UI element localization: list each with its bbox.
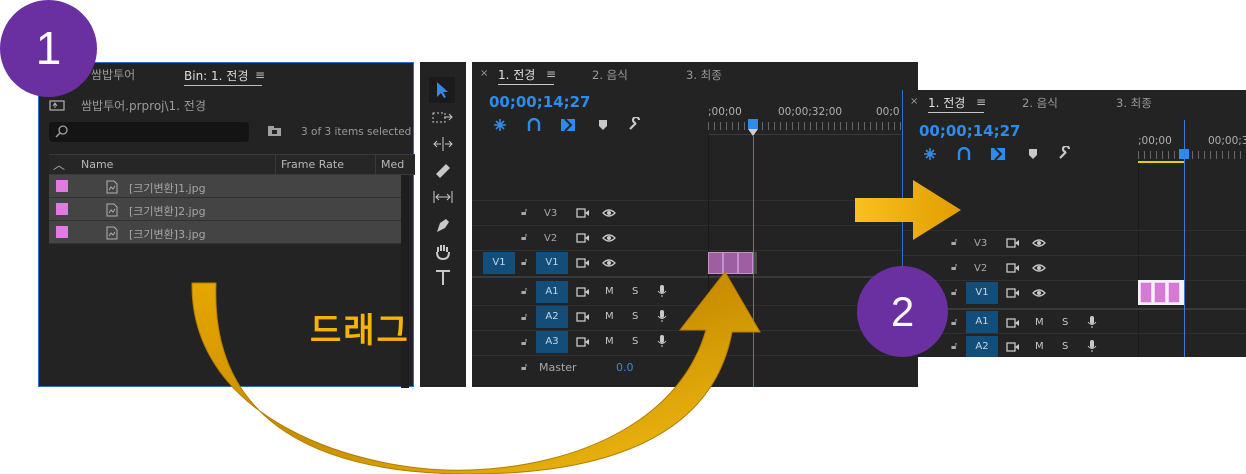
step-2-number: 2 — [890, 288, 915, 335]
step-2-badge: 2 — [857, 266, 948, 357]
drag-arrow-curve — [191, 271, 761, 474]
drag-label: 드래그 — [310, 311, 410, 351]
step-1-badge: 1 — [0, 0, 97, 97]
step-1-number: 1 — [35, 22, 62, 74]
right-arrow-icon — [855, 180, 961, 240]
